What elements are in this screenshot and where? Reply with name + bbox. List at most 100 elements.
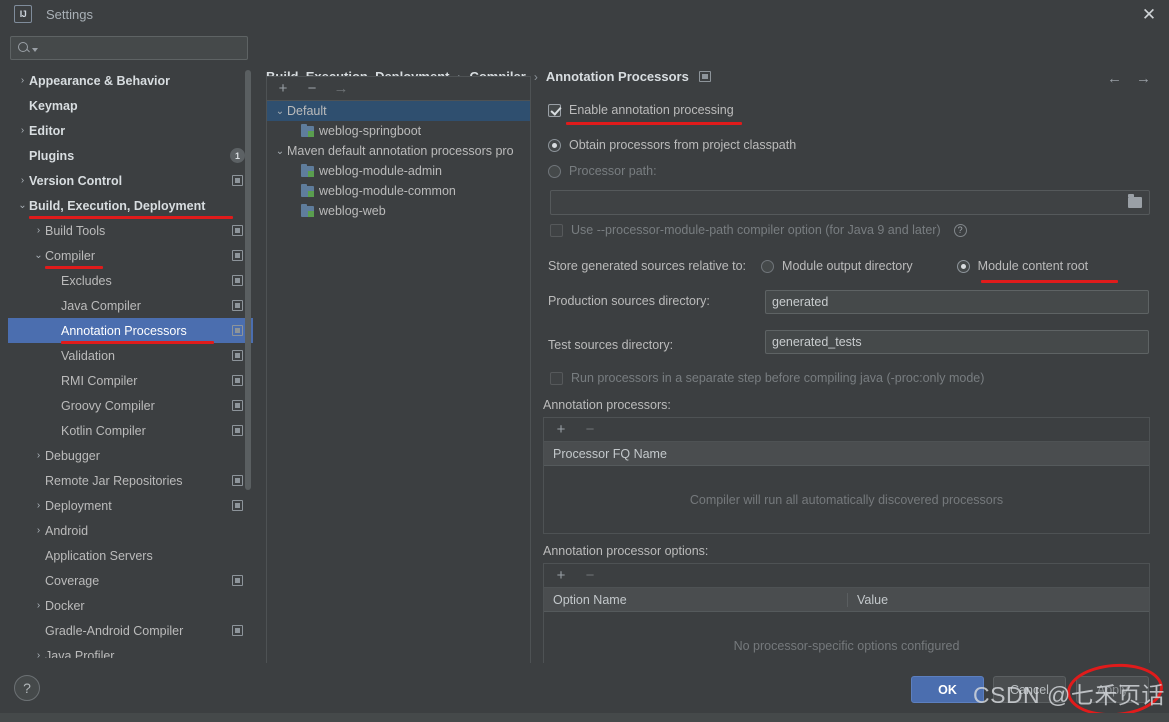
sidebar-item-editor[interactable]: ›Editor bbox=[8, 118, 253, 143]
apply-button[interactable]: Apply bbox=[1076, 676, 1149, 703]
add-option-button[interactable]: + bbox=[553, 568, 569, 584]
test-sources-input[interactable]: generated_tests bbox=[765, 330, 1149, 354]
module-row[interactable]: weblog-module-common bbox=[267, 181, 530, 201]
add-profile-button[interactable]: + bbox=[275, 81, 291, 97]
module-scope-icon[interactable] bbox=[232, 400, 243, 411]
chevron-down-icon[interactable]: ⌄ bbox=[32, 250, 45, 261]
module-row[interactable]: weblog-web bbox=[267, 201, 530, 221]
module-scope-icon[interactable] bbox=[232, 375, 243, 386]
use-processor-module-path-checkbox[interactable] bbox=[550, 224, 563, 237]
module-scope-icon[interactable] bbox=[232, 275, 243, 286]
module-scope-icon[interactable] bbox=[232, 325, 243, 336]
sidebar-item-keymap[interactable]: Keymap bbox=[8, 93, 253, 118]
sidebar-item-debugger[interactable]: ›Debugger bbox=[8, 443, 253, 468]
module-scope-icon[interactable] bbox=[232, 350, 243, 361]
module-scope-icon[interactable] bbox=[232, 300, 243, 311]
production-sources-input[interactable]: generated bbox=[765, 290, 1149, 314]
processor-path-field[interactable] bbox=[550, 190, 1150, 215]
use-processor-module-path-row[interactable]: Use --processor-module-path compiler opt… bbox=[550, 223, 967, 237]
sidebar-item-version-control[interactable]: ›Version Control bbox=[8, 168, 253, 193]
module-scope-icon[interactable] bbox=[232, 425, 243, 436]
close-icon[interactable]: ✕ bbox=[1137, 3, 1161, 25]
sidebar-item-docker[interactable]: ›Docker bbox=[8, 593, 253, 618]
module-scope-icon[interactable] bbox=[232, 500, 243, 511]
column-header-value[interactable]: Value bbox=[847, 593, 1149, 607]
sidebar-item-deployment[interactable]: ›Deployment bbox=[8, 493, 253, 518]
module-content-root-radio[interactable] bbox=[957, 260, 970, 273]
sidebar-item-coverage[interactable]: Coverage bbox=[8, 568, 253, 593]
proc-only-row[interactable]: Run processors in a separate step before… bbox=[550, 371, 984, 385]
help-button[interactable]: ? bbox=[14, 675, 40, 701]
search-input[interactable] bbox=[38, 41, 247, 55]
remove-profile-button[interactable]: − bbox=[304, 81, 320, 97]
processor-path-radio[interactable] bbox=[548, 165, 561, 178]
chevron-right-icon[interactable]: › bbox=[16, 125, 29, 136]
sidebar-item-gradle-android-compiler[interactable]: Gradle-Android Compiler bbox=[8, 618, 253, 643]
chevron-right-icon[interactable]: › bbox=[32, 650, 45, 658]
sidebar-item-rmi-compiler[interactable]: RMI Compiler bbox=[8, 368, 253, 393]
module-row[interactable]: weblog-module-admin bbox=[267, 161, 530, 181]
folder-icon[interactable] bbox=[1128, 197, 1142, 208]
sidebar-item-application-servers[interactable]: Application Servers bbox=[8, 543, 253, 568]
sidebar-item-annotation-processors[interactable]: Annotation Processors bbox=[8, 318, 253, 343]
module-output-directory-label: Module output directory bbox=[782, 259, 913, 273]
chevron-down-icon[interactable]: ⌄ bbox=[273, 106, 287, 117]
module-scope-icon[interactable] bbox=[232, 250, 243, 261]
sidebar-item-appearance-behavior[interactable]: ›Appearance & Behavior bbox=[8, 68, 253, 93]
sidebar-item-android[interactable]: ›Android bbox=[8, 518, 253, 543]
chevron-down-icon[interactable]: ⌄ bbox=[16, 200, 29, 211]
ok-button[interactable]: OK bbox=[911, 676, 984, 703]
sidebar-scrollbar[interactable] bbox=[245, 70, 251, 490]
chevron-right-icon[interactable]: › bbox=[16, 175, 29, 186]
sidebar-item-validation[interactable]: Validation bbox=[8, 343, 253, 368]
enable-annotation-processing-checkbox[interactable] bbox=[548, 104, 561, 117]
module-scope-icon[interactable] bbox=[232, 625, 243, 636]
module-scope-icon[interactable] bbox=[232, 575, 243, 586]
chevron-right-icon[interactable]: › bbox=[32, 450, 45, 461]
proc-only-checkbox[interactable] bbox=[550, 372, 563, 385]
obtain-from-classpath-row[interactable]: Obtain processors from project classpath bbox=[548, 138, 796, 152]
nav-forward-icon[interactable]: → bbox=[1136, 70, 1151, 87]
module-scope-icon[interactable] bbox=[699, 71, 711, 82]
processor-path-row[interactable]: Processor path: bbox=[548, 164, 657, 178]
processors-table-toolbar: + − bbox=[544, 418, 1149, 442]
chevron-right-icon[interactable]: › bbox=[16, 75, 29, 86]
sidebar-item-java-profiler[interactable]: ›Java Profiler bbox=[8, 643, 253, 658]
module-scope-icon[interactable] bbox=[232, 475, 243, 486]
move-module-button[interactable]: → bbox=[333, 81, 349, 97]
chevron-right-icon[interactable]: › bbox=[32, 225, 45, 236]
column-header-option-name[interactable]: Option Name bbox=[544, 593, 847, 607]
column-header-processor-fq-name[interactable]: Processor FQ Name bbox=[544, 447, 1149, 461]
sidebar-item-java-compiler[interactable]: Java Compiler bbox=[8, 293, 253, 318]
remove-processor-button[interactable]: − bbox=[582, 422, 598, 438]
chevron-right-icon[interactable]: › bbox=[32, 525, 45, 536]
sidebar-item-build-tools[interactable]: ›Build Tools bbox=[8, 218, 253, 243]
sidebar-item-plugins[interactable]: Plugins1 bbox=[8, 143, 253, 168]
module-scope-icon[interactable] bbox=[232, 225, 243, 236]
remove-option-button[interactable]: − bbox=[582, 568, 598, 584]
profile-row[interactable]: ⌄Maven default annotation processors pro bbox=[267, 141, 530, 161]
module-output-directory-radio[interactable] bbox=[761, 260, 774, 273]
add-processor-button[interactable]: + bbox=[553, 422, 569, 438]
sidebar-item-compiler[interactable]: ⌄Compiler bbox=[8, 243, 253, 268]
sidebar-item-groovy-compiler[interactable]: Groovy Compiler bbox=[8, 393, 253, 418]
options-table-title: Annotation processor options: bbox=[543, 544, 708, 558]
module-row[interactable]: weblog-springboot bbox=[267, 121, 530, 141]
nav-back-icon[interactable]: ← bbox=[1107, 70, 1122, 87]
help-circle-icon[interactable]: ? bbox=[954, 224, 967, 237]
profile-row[interactable]: ⌄Default bbox=[267, 101, 530, 121]
sidebar-item-remote-jar-repositories[interactable]: Remote Jar Repositories bbox=[8, 468, 253, 493]
chevron-right-icon[interactable]: › bbox=[32, 500, 45, 511]
obtain-from-classpath-radio[interactable] bbox=[548, 139, 561, 152]
module-scope-icon[interactable] bbox=[232, 175, 243, 186]
chevron-down-icon[interactable]: ⌄ bbox=[273, 146, 287, 157]
enable-annotation-processing-row[interactable]: Enable annotation processing bbox=[548, 103, 734, 117]
cancel-button[interactable]: Cancel bbox=[993, 676, 1066, 703]
sidebar-item-kotlin-compiler[interactable]: Kotlin Compiler bbox=[8, 418, 253, 443]
chevron-right-icon[interactable]: › bbox=[32, 600, 45, 611]
sidebar-item-build-execution-deployment[interactable]: ⌄Build, Execution, Deployment bbox=[8, 193, 253, 218]
sidebar-item-excludes[interactable]: Excludes bbox=[8, 268, 253, 293]
production-sources-row: Production sources directory: bbox=[548, 294, 763, 308]
search-field-wrapper[interactable] bbox=[10, 36, 248, 60]
breadcrumb-item-2[interactable]: Annotation Processors bbox=[546, 69, 689, 84]
